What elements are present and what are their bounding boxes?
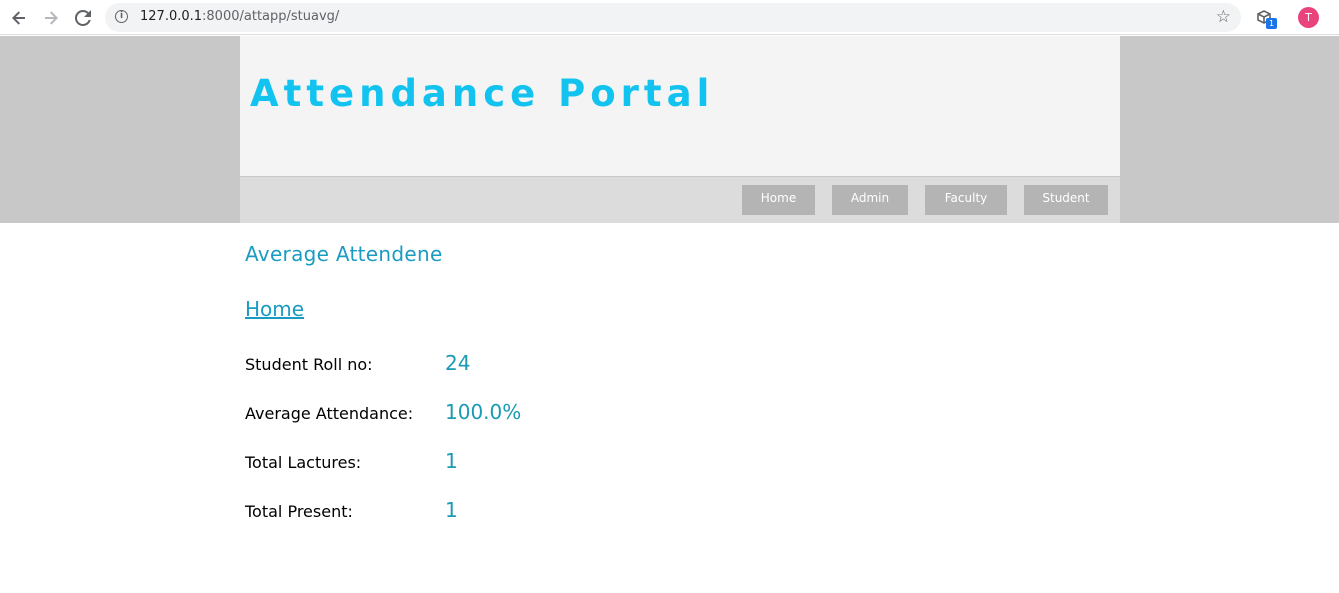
detail-label: Student Roll no:: [245, 355, 373, 374]
detail-label: Average Attendance:: [245, 404, 414, 423]
star-icon[interactable]: ☆: [1216, 7, 1231, 27]
nav-faculty-button[interactable]: Faculty: [925, 185, 1007, 215]
url-path: :8000/attapp/stuavg/: [202, 9, 340, 24]
info-icon[interactable]: i: [115, 10, 128, 23]
detail-row-roll-no: Student Roll no: 24: [245, 349, 845, 379]
browser-toolbar: i 127.0.0.1:8000/attapp/stuavg/ ☆ 1 T: [0, 0, 1339, 35]
page-title: Average Attendene: [245, 242, 443, 266]
extension-badge: 1: [1266, 18, 1277, 29]
detail-row-total-lectures: Total Lactures: 1: [245, 447, 845, 477]
detail-label: Total Present:: [245, 502, 353, 521]
detail-value: 24: [445, 351, 471, 375]
detail-row-total-present: Total Present: 1: [245, 496, 845, 526]
nav-home-button[interactable]: Home: [742, 185, 815, 215]
detail-value: 100.0%: [445, 400, 522, 424]
site-title: Attendance Portal: [250, 72, 715, 115]
header-container: Attendance Portal Home Admin Faculty Stu…: [240, 36, 1120, 223]
avatar[interactable]: T: [1298, 7, 1319, 28]
home-link[interactable]: Home: [245, 297, 304, 321]
detail-value: 1: [445, 449, 458, 473]
title-area: Attendance Portal: [240, 36, 1120, 177]
reload-icon[interactable]: [72, 7, 94, 29]
url-text: 127.0.0.1:8000/attapp/stuavg/: [140, 9, 339, 24]
back-arrow-icon[interactable]: [8, 7, 30, 29]
detail-row-average-attendance: Average Attendance: 100.0%: [245, 398, 845, 428]
detail-value: 1: [445, 498, 458, 522]
page-header: Attendance Portal Home Admin Faculty Stu…: [0, 36, 1339, 223]
url-host: 127.0.0.1: [140, 9, 203, 24]
forward-arrow-icon[interactable]: [40, 7, 62, 29]
nav-admin-button[interactable]: Admin: [832, 185, 908, 215]
main-menu: Home Admin Faculty Student: [240, 177, 1120, 223]
detail-label: Total Lactures:: [245, 453, 362, 472]
address-bar[interactable]: i 127.0.0.1:8000/attapp/stuavg/ ☆: [105, 3, 1241, 32]
nav-student-button[interactable]: Student: [1024, 185, 1108, 215]
